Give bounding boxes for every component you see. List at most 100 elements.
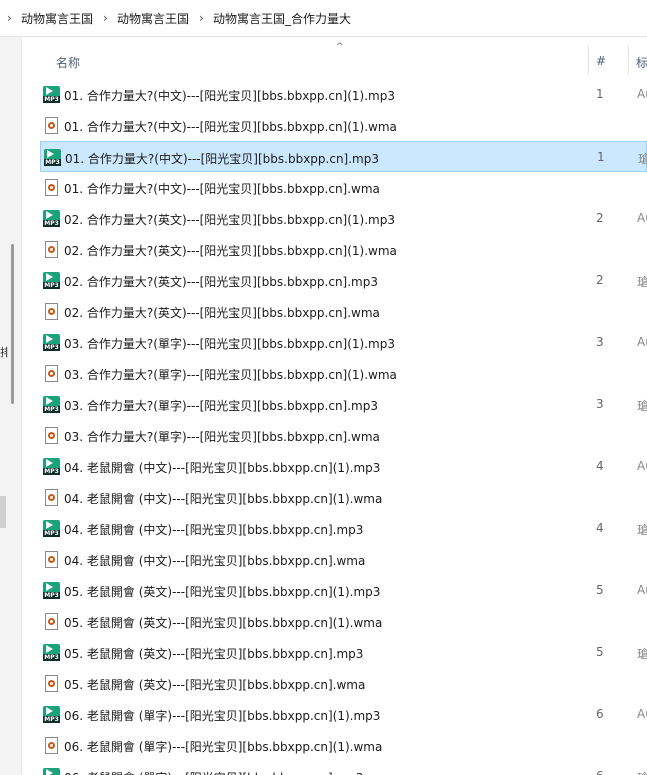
- file-name: 03. 合作力量大?(單字)---[阳光宝贝][bbs.bbxpp.cn](1)…: [64, 337, 395, 351]
- file-row[interactable]: MP3 04. 老鼠開會 (中文)---[阳光宝贝][bbs.bbxpp.cn].…: [40, 513, 647, 544]
- file-row[interactable]: MP3 06. 老鼠開會 (單字)---[阳光宝贝][bbs.bbxpp.cn].…: [40, 761, 647, 775]
- file-name: 06. 老鼠開會 (單字)---[阳光宝贝][bbs.bbxpp.cn](1).…: [64, 740, 383, 754]
- file-track-number: 5: [596, 645, 604, 659]
- column-divider[interactable]: [628, 45, 629, 75]
- mp3-file-icon: MP3: [43, 768, 60, 775]
- file-row[interactable]: MP3 02. 合作力量大?(英文)---[阳光宝贝][bbs.bbxpp.cn]…: [40, 203, 647, 234]
- chevron-right-icon[interactable]: ›: [7, 11, 13, 25]
- file-row[interactable]: 01. 合作力量大?(中文)---[阳光宝贝][bbs.bbxpp.cn](1)…: [40, 110, 647, 141]
- file-name: 05. 老鼠開會 (英文)---[阳光宝贝][bbs.bbxpp.cn](1).…: [64, 585, 381, 599]
- file-name: 05. 老鼠開會 (英文)---[阳光宝贝][bbs.bbxpp.cn](1).…: [64, 616, 383, 630]
- chevron-right-icon[interactable]: ›: [103, 11, 109, 25]
- file-name: 04. 老鼠開會 (中文)---[阳光宝贝][bbs.bbxpp.cn](1).…: [64, 461, 381, 475]
- file-name: 05. 老鼠開會 (英文)---[阳光宝贝][bbs.bbxpp.cn].mp3: [64, 647, 364, 661]
- navigation-selected-marker: [0, 496, 6, 528]
- file-track-number: 1: [597, 150, 605, 164]
- navigation-pane-label: 排: [0, 346, 8, 359]
- file-row[interactable]: MP3 06. 老鼠開會 (單字)---[阳光宝贝][bbs.bbxpp.cn](…: [40, 699, 647, 730]
- wma-file-icon: [45, 427, 58, 444]
- breadcrumb-item[interactable]: 动物寓言王国: [117, 10, 189, 27]
- file-title: Au: [637, 211, 647, 225]
- file-row[interactable]: 01. 合作力量大?(中文)---[阳光宝贝][bbs.bbxpp.cn].wm…: [40, 172, 647, 203]
- wma-file-icon: [45, 117, 58, 134]
- file-row[interactable]: 06. 老鼠開會 (單字)---[阳光宝贝][bbs.bbxpp.cn](1).…: [40, 730, 647, 761]
- file-row[interactable]: 02. 合作力量大?(英文)---[阳光宝贝][bbs.bbxpp.cn](1)…: [40, 234, 647, 265]
- file-track-number: 2: [596, 211, 604, 225]
- file-track-number: 6: [596, 707, 604, 721]
- wma-file-icon: [45, 241, 58, 258]
- mp3-file-icon: MP3: [43, 334, 60, 351]
- file-row[interactable]: MP3 05. 老鼠開會 (英文)---[阳光宝贝][bbs.bbxpp.cn].…: [40, 637, 647, 668]
- file-row[interactable]: MP3 03. 合作力量大?(單字)---[阳光宝贝][bbs.bbxpp.cn]…: [40, 389, 647, 420]
- file-title: 瑲: [637, 647, 647, 661]
- file-title: Au: [637, 459, 647, 473]
- sort-ascending-icon: ^: [336, 42, 344, 52]
- file-track-number: 3: [596, 397, 604, 411]
- file-name: 02. 合作力量大?(英文)---[阳光宝贝][bbs.bbxpp.cn](1)…: [64, 244, 397, 258]
- file-row[interactable]: MP3 01. 合作力量大?(中文)---[阳光宝贝][bbs.bbxpp.cn]…: [40, 141, 647, 172]
- file-name: 01. 合作力量大?(中文)---[阳光宝贝][bbs.bbxpp.cn].wm…: [64, 182, 380, 196]
- file-name: 01. 合作力量大?(中文)---[阳光宝贝][bbs.bbxpp.cn](1)…: [64, 89, 395, 103]
- column-divider[interactable]: [588, 45, 589, 75]
- column-header-title[interactable]: 标: [636, 54, 647, 71]
- wma-file-icon: [45, 551, 58, 568]
- file-title: 瑲: [637, 275, 647, 289]
- file-title: Au: [637, 335, 647, 349]
- file-row[interactable]: MP3 04. 老鼠開會 (中文)---[阳光宝贝][bbs.bbxpp.cn](…: [40, 451, 647, 482]
- file-name: 05. 老鼠開會 (英文)---[阳光宝贝][bbs.bbxpp.cn].wma: [64, 678, 366, 692]
- file-name: 06. 老鼠開會 (單字)---[阳光宝贝][bbs.bbxpp.cn](1).…: [64, 709, 381, 723]
- mp3-file-icon: MP3: [43, 458, 60, 475]
- file-track-number: 1: [596, 87, 604, 101]
- wma-file-icon: [45, 489, 58, 506]
- file-row[interactable]: 05. 老鼠開會 (英文)---[阳光宝贝][bbs.bbxpp.cn].wma: [40, 668, 647, 699]
- column-header: ^ 名称 # 标: [22, 37, 647, 81]
- wma-file-icon: [45, 613, 58, 630]
- file-row[interactable]: 05. 老鼠開會 (英文)---[阳光宝贝][bbs.bbxpp.cn](1).…: [40, 606, 647, 637]
- file-row[interactable]: MP3 05. 老鼠開會 (英文)---[阳光宝贝][bbs.bbxpp.cn](…: [40, 575, 647, 606]
- file-name: 03. 合作力量大?(單字)---[阳光宝贝][bbs.bbxpp.cn](1)…: [64, 368, 397, 382]
- file-track-number: 4: [596, 459, 604, 473]
- file-track-number: 2: [596, 273, 604, 287]
- column-header-number[interactable]: #: [596, 54, 606, 68]
- file-row[interactable]: 04. 老鼠開會 (中文)---[阳光宝贝][bbs.bbxpp.cn](1).…: [40, 482, 647, 513]
- mp3-file-icon: MP3: [43, 272, 60, 289]
- file-row[interactable]: 03. 合作力量大?(單字)---[阳光宝贝][bbs.bbxpp.cn].wm…: [40, 420, 647, 451]
- file-name: 02. 合作力量大?(英文)---[阳光宝贝][bbs.bbxpp.cn].mp…: [64, 275, 378, 289]
- mp3-file-icon: MP3: [43, 706, 60, 723]
- mp3-file-icon: MP3: [43, 210, 60, 227]
- mp3-file-icon: MP3: [43, 582, 60, 599]
- breadcrumb-item[interactable]: 动物寓言王国_合作力量大: [213, 10, 351, 27]
- wma-file-icon: [45, 303, 58, 320]
- file-track-number: 5: [596, 583, 604, 597]
- file-name: 03. 合作力量大?(單字)---[阳光宝贝][bbs.bbxpp.cn].mp…: [64, 399, 378, 413]
- file-title: 瑲: [637, 399, 647, 413]
- navigation-pane: [0, 37, 22, 775]
- pane-divider[interactable]: [21, 37, 22, 775]
- file-row[interactable]: 02. 合作力量大?(英文)---[阳光宝贝][bbs.bbxpp.cn].wm…: [40, 296, 647, 327]
- file-track-number: 6: [596, 769, 604, 775]
- wma-file-icon: [45, 179, 58, 196]
- file-name: 04. 老鼠開會 (中文)---[阳光宝贝][bbs.bbxpp.cn].mp3: [64, 523, 364, 537]
- file-row[interactable]: MP3 01. 合作力量大?(中文)---[阳光宝贝][bbs.bbxpp.cn]…: [40, 79, 647, 110]
- file-name: 06. 老鼠開會 (單字)---[阳光宝贝][bbs.bbxpp.cn].mp3: [64, 769, 363, 775]
- file-row[interactable]: MP3 03. 合作力量大?(單字)---[阳光宝贝][bbs.bbxpp.cn]…: [40, 327, 647, 358]
- breadcrumb: › 动物寓言王国 › 动物寓言王国 › 动物寓言王国_合作力量大: [0, 0, 647, 37]
- file-row[interactable]: MP3 02. 合作力量大?(英文)---[阳光宝贝][bbs.bbxpp.cn]…: [40, 265, 647, 296]
- file-title: Au: [637, 583, 647, 597]
- file-title: 瑲: [637, 769, 647, 775]
- mp3-file-icon: MP3: [43, 396, 60, 413]
- navigation-scrollbar[interactable]: [11, 244, 14, 404]
- file-name: 01. 合作力量大?(中文)---[阳光宝贝][bbs.bbxpp.cn].mp…: [65, 152, 379, 166]
- breadcrumb-item[interactable]: 动物寓言王国: [21, 10, 93, 27]
- file-row[interactable]: 04. 老鼠開會 (中文)---[阳光宝贝][bbs.bbxpp.cn].wma: [40, 544, 647, 575]
- file-row[interactable]: 03. 合作力量大?(單字)---[阳光宝贝][bbs.bbxpp.cn](1)…: [40, 358, 647, 389]
- wma-file-icon: [45, 737, 58, 754]
- wma-file-icon: [45, 365, 58, 382]
- mp3-file-icon: MP3: [44, 149, 61, 166]
- file-track-number: 3: [596, 335, 604, 349]
- chevron-right-icon[interactable]: ›: [199, 11, 205, 25]
- file-name: 04. 老鼠開會 (中文)---[阳光宝贝][bbs.bbxpp.cn].wma: [64, 554, 366, 568]
- file-track-number: 4: [596, 521, 604, 535]
- file-name: 02. 合作力量大?(英文)---[阳光宝贝][bbs.bbxpp.cn].wm…: [64, 306, 380, 320]
- column-header-name[interactable]: 名称: [56, 54, 80, 71]
